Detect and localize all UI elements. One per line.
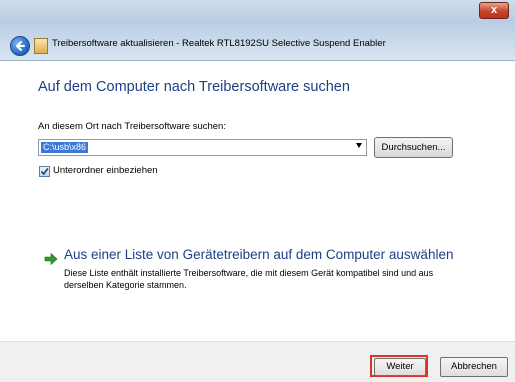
chevron-down-icon[interactable] [356,143,362,148]
include-subfolders-label[interactable]: Unterordner einbeziehen [53,165,158,176]
path-combobox[interactable]: C:\usb\x86 [38,139,367,156]
next-button[interactable]: Weiter [374,358,426,376]
wizard-content: Auf dem Computer nach Treibersoftware su… [0,61,515,341]
back-arrow-icon [16,41,25,51]
path-input-value[interactable]: C:\usb\x86 [41,142,89,153]
button-bar [0,341,515,382]
title-bar: x Treibersoftware aktualisieren - Realte… [0,0,515,61]
checkmark-icon [40,168,49,176]
include-subfolders-checkbox[interactable] [39,166,50,177]
cancel-button[interactable]: Abbrechen [440,357,508,377]
pick-from-list-option[interactable]: Aus einer Liste von Gerätetreibern auf d… [64,247,453,262]
back-button[interactable] [10,36,30,56]
path-label: An diesem Ort nach Treibersoftware suche… [38,121,226,132]
close-button[interactable]: x [479,2,509,19]
window-title: Treibersoftware aktualisieren - Realtek … [52,38,386,49]
green-arrow-icon[interactable] [44,253,58,265]
page-title: Auf dem Computer nach Treibersoftware su… [38,79,350,95]
close-icon: x [490,4,498,16]
driver-wizard-icon [34,38,48,54]
pick-from-list-description: Diese Liste enthält installierte Treiber… [64,268,434,290]
browse-button[interactable]: Durchsuchen... [374,137,453,158]
